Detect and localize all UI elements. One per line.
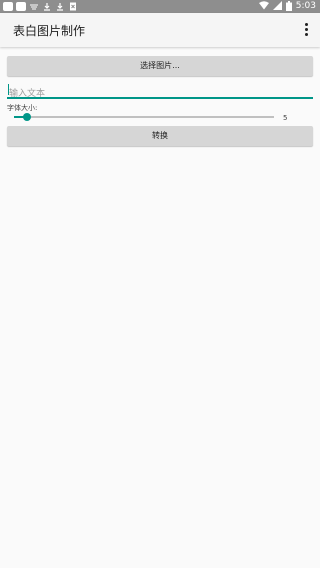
font-size-slider[interactable] bbox=[14, 113, 274, 121]
font-size-label: 字体大小: bbox=[7, 104, 38, 112]
wifi-icon bbox=[258, 1, 269, 12]
status-bar: 5:03 bbox=[0, 0, 320, 13]
page-title: 表白图片制作 bbox=[13, 24, 86, 38]
app-icon bbox=[3, 2, 13, 11]
download-icon bbox=[55, 2, 65, 11]
cast-icon bbox=[29, 2, 39, 11]
app-icon bbox=[16, 2, 26, 11]
status-bar-system: 5:03 bbox=[258, 0, 316, 13]
convert-button[interactable]: 转换 bbox=[7, 126, 313, 146]
font-size-value: 5 bbox=[283, 114, 288, 122]
status-bar-notifications bbox=[3, 2, 78, 11]
more-vert-icon[interactable] bbox=[302, 21, 310, 37]
text-input-field[interactable] bbox=[7, 81, 313, 102]
app-bar: 表白图片制作 bbox=[0, 13, 320, 47]
signal-icon bbox=[272, 1, 282, 12]
download-icon bbox=[42, 2, 52, 11]
slider-track bbox=[14, 116, 274, 118]
battery-icon bbox=[285, 0, 292, 13]
text-cursor bbox=[8, 84, 9, 95]
pick-image-button[interactable]: 选择图片... bbox=[7, 56, 313, 76]
status-time: 5:03 bbox=[295, 1, 316, 11]
notification-icon bbox=[68, 2, 78, 11]
slider-thumb[interactable] bbox=[23, 113, 31, 121]
input-underline bbox=[7, 97, 313, 99]
text-input[interactable] bbox=[7, 86, 313, 102]
